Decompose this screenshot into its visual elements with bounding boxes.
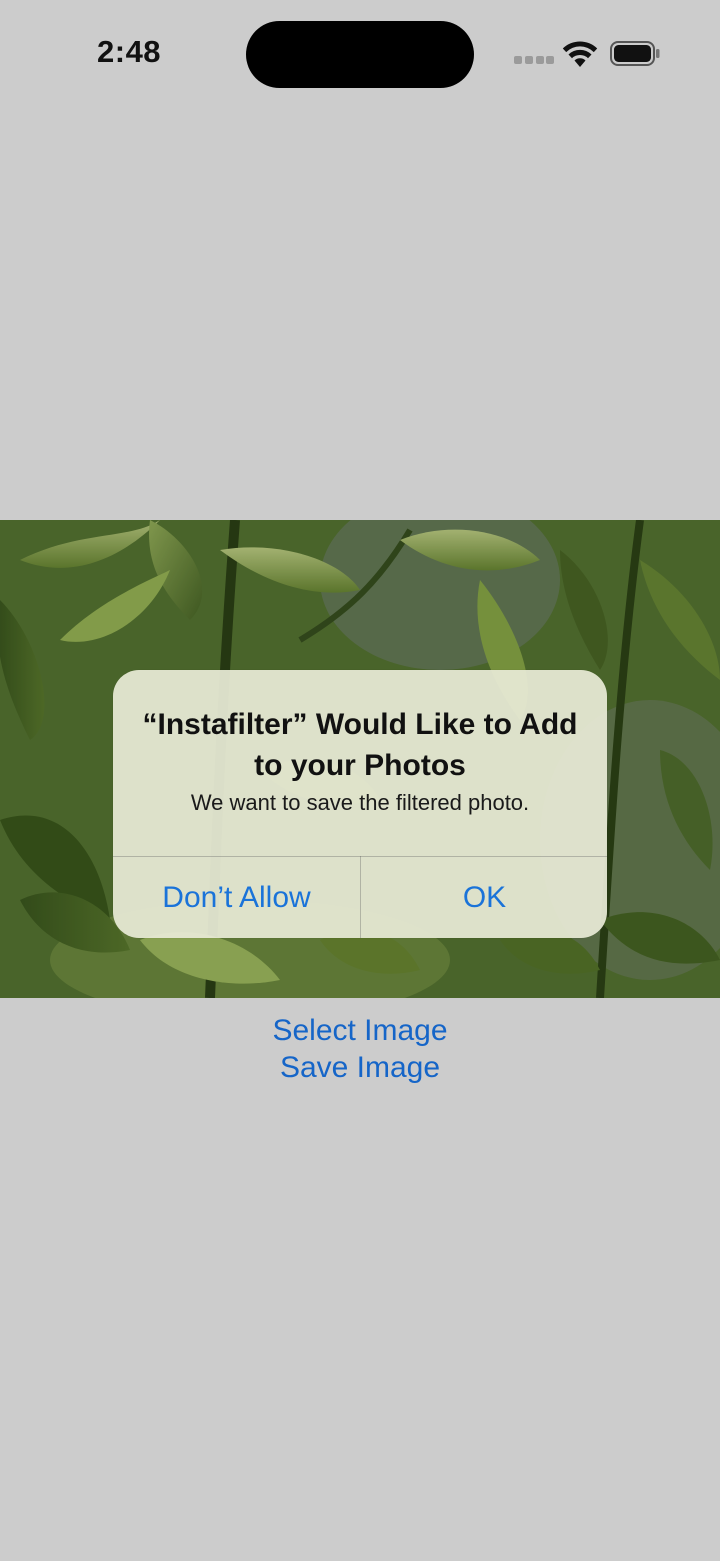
alert-title: “Instafilter” Would Like to Add to your … — [142, 708, 578, 782]
status-time: 2:48 — [97, 34, 162, 69]
cellular-signal-icon — [514, 56, 554, 64]
status-bar: 2:48 — [0, 0, 720, 110]
wifi-icon — [562, 41, 598, 67]
select-image-button[interactable]: Select Image — [0, 1014, 720, 1048]
battery-icon — [610, 41, 660, 66]
save-image-button[interactable]: Save Image — [0, 1051, 720, 1085]
dont-allow-button[interactable]: Don’t Allow — [113, 857, 360, 938]
ok-button[interactable]: OK — [361, 857, 607, 938]
alert-message: We want to save the filtered photo. — [190, 790, 530, 815]
dynamic-island — [246, 21, 474, 88]
photos-permission-alert: “Instafilter” Would Like to Add to your … — [113, 670, 607, 938]
